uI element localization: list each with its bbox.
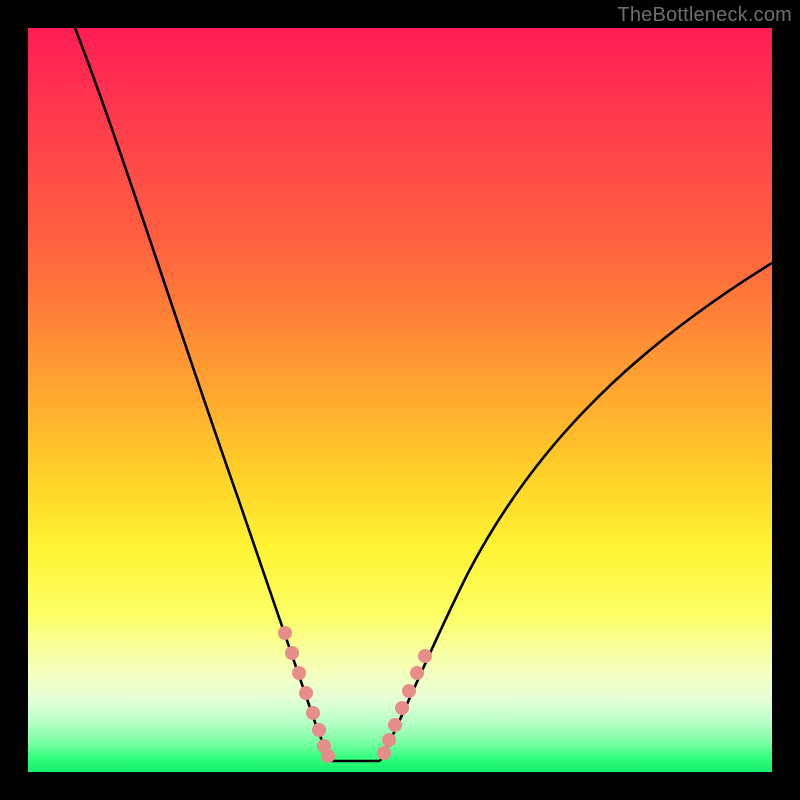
curve-layer [28, 28, 772, 772]
marker-group-left [278, 626, 335, 763]
curve-right-branch [380, 263, 772, 761]
chart-container: TheBottleneck.com [0, 0, 800, 800]
watermark-label: TheBottleneck.com [617, 4, 792, 27]
plot-area [28, 28, 772, 772]
